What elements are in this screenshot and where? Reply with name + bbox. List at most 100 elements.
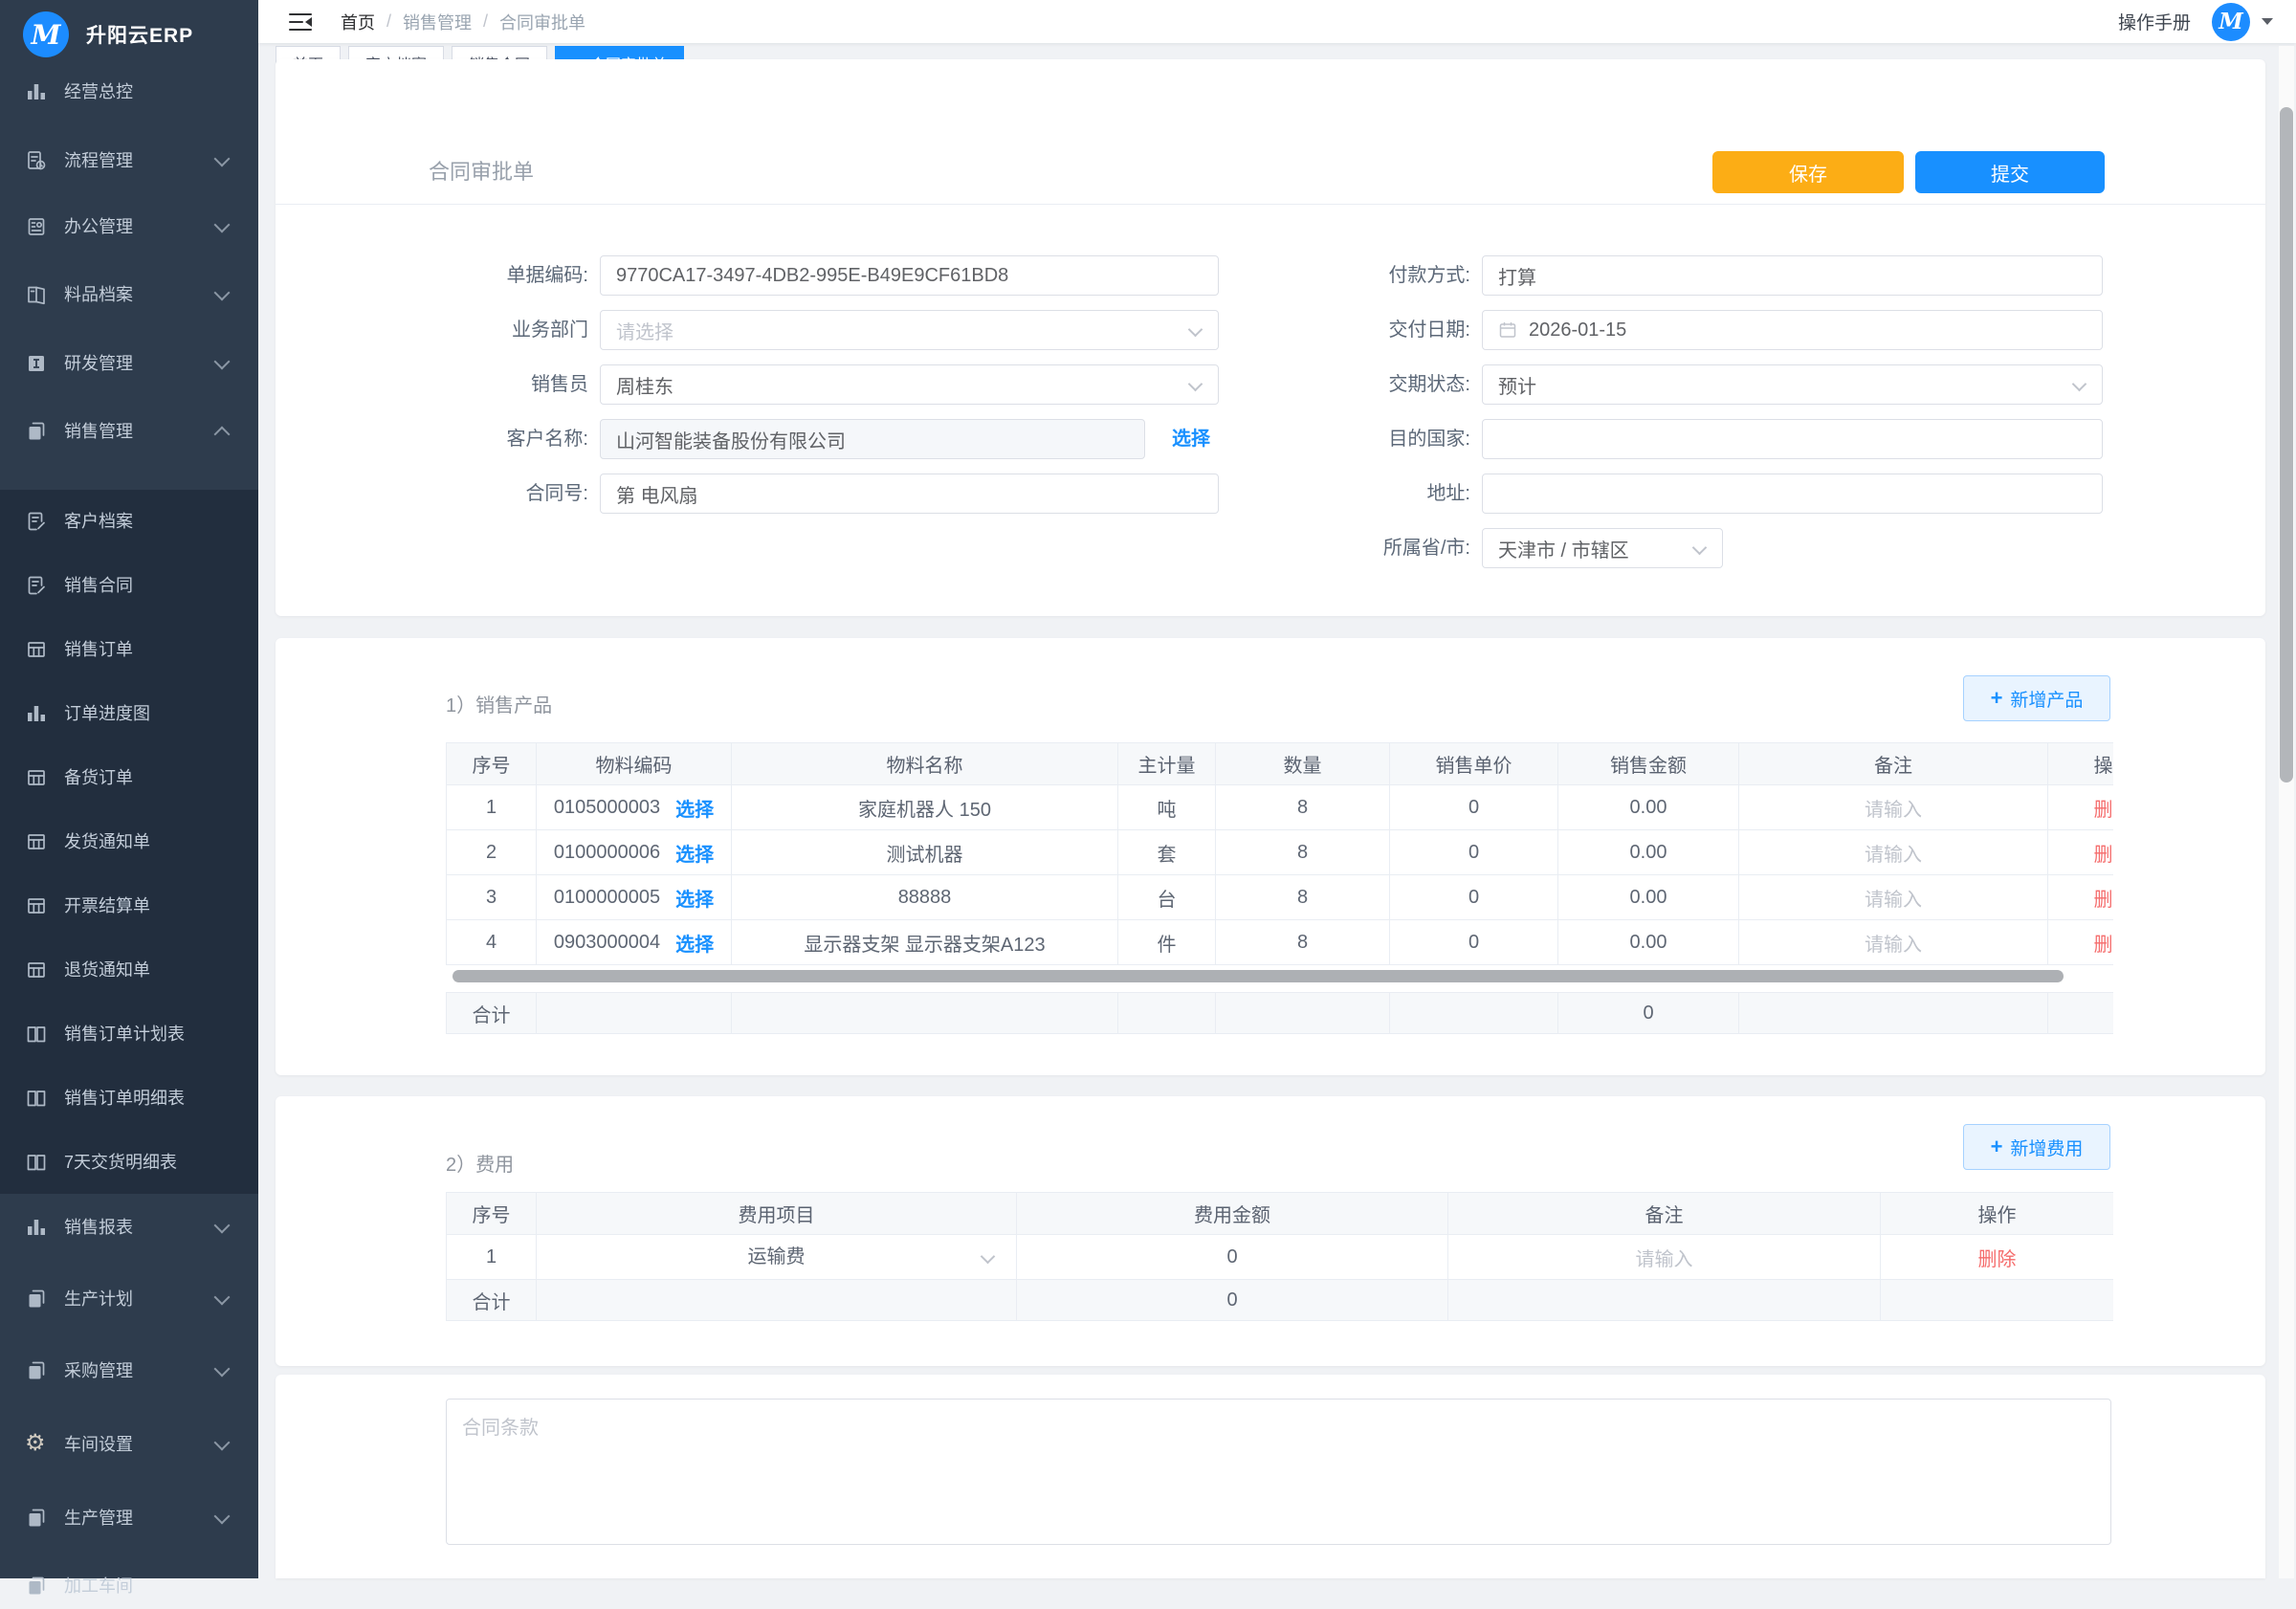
products-section-title: 1）销售产品: [446, 690, 552, 717]
sidebar-item-sales-order[interactable]: 销售订单: [0, 627, 258, 672]
fee-item-select[interactable]: 运输费: [537, 1235, 1016, 1279]
sidebar-item-return-notice[interactable]: 退货通知单: [0, 947, 258, 993]
delete-row-link[interactable]: 删除: [2094, 800, 2114, 821]
sidebar-item-processing-workshop[interactable]: 加工车间: [0, 1563, 258, 1609]
breadcrumb-home[interactable]: 首页: [341, 10, 375, 34]
qty-cell[interactable]: 8: [1216, 920, 1390, 965]
submit-button[interactable]: 提交: [1915, 151, 2105, 193]
salesman-select[interactable]: 周桂东: [600, 364, 1219, 405]
copy-doc-icon: [25, 1288, 48, 1311]
sidebar-item-material-files[interactable]: 料品档案: [0, 272, 258, 318]
table-row: 1 运输费 0 请输入 删除: [447, 1235, 2114, 1280]
caret-down-icon[interactable]: [2262, 18, 2273, 25]
doc-code-input[interactable]: 9770CA17-3497-4DB2-995E-B49E9CF61BD8: [600, 255, 1219, 296]
qty-cell[interactable]: 8: [1216, 830, 1390, 875]
sidebar-item-production-plan[interactable]: 生产计划: [0, 1276, 258, 1322]
sidebar-item-workshop-settings[interactable]: ⚙车间设置: [0, 1422, 258, 1467]
select-material-link[interactable]: 选择: [675, 839, 714, 867]
delete-row-link[interactable]: 删除: [2094, 845, 2114, 866]
sidebar-item-sales-mgmt[interactable]: 销售管理: [0, 408, 258, 454]
remark-input[interactable]: 请输入: [1636, 1249, 1693, 1270]
field-address: 地址:: [1358, 474, 2123, 514]
sidebar-item-sales-order-plan[interactable]: 销售订单计划表: [0, 1011, 258, 1057]
horizontal-scrollbar[interactable]: [453, 970, 2064, 982]
dest-country-input[interactable]: [1482, 419, 2103, 459]
contract-terms-textarea[interactable]: 合同条款: [446, 1399, 2111, 1545]
sidebar-item-sales-order-detail[interactable]: 销售订单明细表: [0, 1075, 258, 1121]
sidebar-item-order-progress[interactable]: 订单进度图: [0, 691, 258, 737]
field-dest-country: 目的国家:: [1358, 419, 2123, 459]
chevron-down-icon: [2072, 377, 2087, 392]
chevron-down-icon: [981, 1249, 996, 1265]
department-label: 业务部门: [475, 310, 588, 350]
vertical-scrollbar-thumb[interactable]: [2280, 107, 2293, 782]
chevron-up-icon: [214, 427, 231, 443]
fees-panel: 2）费用 +新增费用 序号 费用项目 费用金额 备注 操作 1 运输费 0 请输…: [276, 1096, 2265, 1366]
total-amount: 0: [1017, 1280, 1448, 1321]
qty-cell[interactable]: 8: [1216, 785, 1390, 830]
sidebar-item-process-mgmt[interactable]: 流程管理: [0, 138, 258, 184]
app-logo[interactable]: M 升阳云ERP: [23, 11, 193, 57]
manual-link[interactable]: 操作手册: [2118, 9, 2191, 34]
top-header: 首页 / 销售管理 / 合同审批单 操作手册 M: [258, 0, 2296, 43]
price-cell[interactable]: 0: [1390, 785, 1558, 830]
products-header-row: 序号 物料编码 物料名称 主计量 数量 销售单价 销售金额 备注 操作: [447, 743, 2114, 785]
delivery-date-input[interactable]: 2026-01-15: [1482, 310, 2103, 350]
sidebar-fold-icon[interactable]: [289, 12, 312, 32]
delete-row-link[interactable]: 删除: [2094, 935, 2114, 956]
sidebar-item-office-mgmt[interactable]: 办公管理: [0, 204, 258, 250]
add-fee-button[interactable]: +新增费用: [1963, 1124, 2110, 1170]
breadcrumb-sales-mgmt[interactable]: 销售管理: [403, 10, 472, 34]
address-input[interactable]: [1482, 474, 2103, 514]
price-cell[interactable]: 0: [1390, 920, 1558, 965]
vertical-scrollbar-track: [2279, 46, 2294, 1578]
sidebar-item-invoice-settlement[interactable]: 开票结算单: [0, 883, 258, 929]
price-cell[interactable]: 0: [1390, 830, 1558, 875]
province-select[interactable]: 天津市 / 市辖区: [1482, 528, 1723, 568]
sidebar-item-production-mgmt[interactable]: 生产管理: [0, 1495, 258, 1541]
delivery-status-select[interactable]: 预计: [1482, 364, 2103, 405]
remark-input[interactable]: 请输入: [1865, 935, 1922, 956]
sidebar-item-sales-contract[interactable]: 销售合同: [0, 562, 258, 608]
app-logo-icon: M: [23, 11, 69, 57]
field-department: 业务部门 请选择: [475, 310, 1241, 350]
sidebar-item-rnd-mgmt[interactable]: 研发管理: [0, 341, 258, 386]
payment-input[interactable]: 打算: [1482, 255, 2103, 296]
chevron-down-icon: [214, 1361, 231, 1378]
qty-cell[interactable]: 8: [1216, 875, 1390, 920]
remark-input[interactable]: 请输入: [1865, 890, 1922, 911]
save-button[interactable]: 保存: [1712, 151, 1904, 193]
chevron-down-icon: [214, 354, 231, 370]
customer-select-link[interactable]: 选择: [1172, 419, 1210, 459]
table-grid-icon: [25, 638, 48, 661]
select-material-link[interactable]: 选择: [675, 929, 714, 957]
sidebar-item-sales-report[interactable]: 销售报表: [0, 1204, 258, 1250]
field-payment: 付款方式: 打算: [1358, 255, 2123, 296]
table-row: 3 0100000005选择 88888 台 8 0 0.00 请输入 删除: [447, 875, 2114, 920]
sidebar-item-business-overview[interactable]: 经营总控: [0, 69, 258, 115]
select-material-link[interactable]: 选择: [675, 794, 714, 822]
avatar[interactable]: M: [2212, 3, 2250, 41]
remark-input[interactable]: 请输入: [1865, 845, 1922, 866]
header-actions: 操作手册 M: [2118, 3, 2273, 41]
open-book-icon: [25, 1087, 48, 1110]
sidebar-item-stock-order[interactable]: 备货订单: [0, 755, 258, 801]
contract-no-input[interactable]: 第 电风扇: [600, 474, 1219, 514]
price-cell[interactable]: 0: [1390, 875, 1558, 920]
chevron-down-icon: [214, 1218, 231, 1234]
sidebar-item-7day-delivery-detail[interactable]: 7天交货明细表: [0, 1139, 258, 1185]
sidebar-item-shipping-notice[interactable]: 发货通知单: [0, 819, 258, 865]
table-row: 1 0105000003选择 家庭机器人 150 吨 8 0 0.00 请输入 …: [447, 785, 2114, 830]
sidebar-item-customer-files[interactable]: 客户档案: [0, 498, 258, 544]
sidebar-item-purchase-mgmt[interactable]: 采购管理: [0, 1348, 258, 1394]
delete-row-link[interactable]: 删除: [2094, 890, 2114, 911]
add-product-button[interactable]: +新增产品: [1963, 675, 2110, 721]
flow-doc-icon: [25, 149, 48, 172]
delete-row-link[interactable]: 删除: [1978, 1249, 2017, 1270]
fee-amount-cell[interactable]: 0: [1017, 1235, 1448, 1280]
open-book-icon: [25, 1023, 48, 1046]
remark-input[interactable]: 请输入: [1865, 800, 1922, 821]
chevron-down-icon: [214, 217, 231, 233]
department-select[interactable]: 请选择: [600, 310, 1219, 350]
select-material-link[interactable]: 选择: [675, 884, 714, 912]
